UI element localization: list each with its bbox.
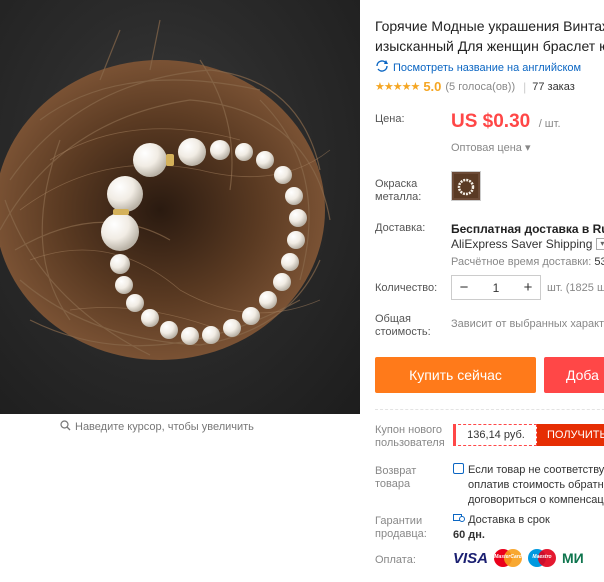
- color-label-line1: Окраска: [375, 178, 418, 190]
- guarantee-label-line2: продавца:: [375, 528, 427, 540]
- get-coupon-button[interactable]: ПОЛУЧИТЬ: [537, 424, 604, 446]
- total-label: Общая стоимость:: [375, 313, 431, 339]
- returns-label-line1: Возврат: [375, 465, 417, 477]
- total-label-line1: Общая: [375, 313, 411, 325]
- product-photo: [0, 19, 331, 360]
- visa-icon: VISA: [453, 549, 489, 567]
- shipping-method-text[interactable]: AliExpress Saver Shipping: [451, 237, 592, 251]
- price-amount: US $0.30: [451, 111, 531, 132]
- quantity-decrease-button[interactable]: −: [452, 279, 476, 296]
- rating-separator: |: [523, 79, 527, 94]
- returns-text-line2: оплатив стоимость обратн: [468, 479, 604, 491]
- payment-methods: VISA MasterCard Maestro МИ: [453, 549, 584, 567]
- returns-text-line1: Если товар не соответству: [468, 464, 604, 476]
- translate-link[interactable]: Посмотреть название на английском: [375, 60, 581, 75]
- product-title-line2: изысканный Для женщин браслет ю: [375, 38, 604, 54]
- guarantee-line2: 60 дн.: [453, 529, 485, 541]
- quantity-increase-button[interactable]: +: [516, 279, 540, 296]
- maestro-icon: Maestro: [528, 549, 557, 567]
- quantity-available: шт. (1825 ш: [547, 282, 604, 294]
- translate-icon: [375, 60, 389, 75]
- shipping-time: Расчётное время доставки: 53: [451, 256, 604, 268]
- color-label: Окраска металла:: [375, 178, 421, 204]
- quantity-stepper: − 1 +: [451, 275, 541, 300]
- price: US $0.30 / шт.: [451, 111, 561, 133]
- returns-text: Если товар не соответству оплатив стоимо…: [453, 463, 604, 508]
- rating-row: ★★★★★ 5.0 (5 голоса(ов)) | 77 заказ: [375, 79, 575, 94]
- buy-now-button[interactable]: Купить сейчас: [375, 357, 536, 393]
- guarantee-line1: Доставка в срок: [468, 514, 550, 526]
- product-title: Горячие Модные украшения Винтаж изысканн…: [375, 16, 604, 56]
- product-title-line1: Горячие Модные украшения Винтаж: [375, 18, 604, 34]
- price-label: Цена:: [375, 113, 405, 125]
- shipping-time-value: 53: [594, 256, 604, 268]
- chevron-down-icon[interactable]: ▾: [596, 238, 604, 250]
- guarantee-label: Гарантии продавца:: [375, 515, 427, 541]
- product-info-panel: Горячие Модные украшения Винтаж изысканн…: [375, 0, 604, 582]
- maestro-text: Maestro: [532, 554, 552, 560]
- coupon-label-line2: пользователя: [375, 437, 445, 449]
- wholesale-price-dropdown[interactable]: Оптовая цена ▾: [451, 141, 530, 154]
- quantity-input[interactable]: 1: [476, 281, 516, 295]
- orders-count: 77 заказ: [532, 80, 575, 93]
- divider: [375, 409, 604, 410]
- price-unit: / шт.: [538, 118, 561, 130]
- translate-link-text[interactable]: Посмотреть название на английском: [393, 62, 581, 74]
- mir-icon: МИ: [562, 550, 584, 566]
- total-value: Зависит от выбранных характ: [451, 318, 604, 330]
- zoom-hint: Наведите курсор, чтобы увеличить: [60, 420, 254, 434]
- payment-label: Оплата:: [375, 554, 416, 566]
- shipping-method[interactable]: AliExpress Saver Shipping ▾: [451, 237, 604, 251]
- guarantee-info: Доставка в срок 60 дн.: [453, 513, 550, 543]
- mastercard-icon: MasterCard: [494, 549, 523, 567]
- quantity-label: Количество:: [375, 282, 438, 294]
- mastercard-text: MasterCard: [494, 554, 522, 560]
- rating-stars-icon: ★★★★★: [375, 81, 420, 93]
- color-label-line2: металла:: [375, 191, 422, 203]
- total-label-line2: стоимость:: [375, 326, 431, 338]
- rating-score: 5.0: [423, 79, 442, 94]
- returns-icon: [453, 463, 464, 474]
- zoom-hint-text: Наведите курсор, чтобы увеличить: [75, 421, 254, 433]
- shipping-main: Бесплатная доставка в Russi: [451, 222, 604, 236]
- shipping-time-label: Расчётное время доставки:: [451, 256, 592, 268]
- returns-label: Возврат товара: [375, 465, 416, 491]
- guarantee-label-line1: Гарантии: [375, 515, 423, 527]
- shipping-label: Доставка:: [375, 222, 426, 234]
- add-to-cart-button[interactable]: Доба: [544, 357, 604, 393]
- product-image[interactable]: [0, 0, 360, 414]
- rating-votes-link[interactable]: (5 голоса(ов)): [445, 81, 515, 93]
- coupon-label-line1: Купон нового: [375, 424, 443, 436]
- delivery-clock-icon: [453, 514, 468, 526]
- coupon-label: Купон нового пользователя: [375, 424, 445, 450]
- magnifier-icon: [60, 420, 71, 434]
- bracelet-thumbnail-icon: [454, 174, 478, 198]
- returns-text-line3: договориться о компенсац: [468, 494, 604, 506]
- color-swatch[interactable]: [451, 171, 481, 201]
- returns-label-line2: товара: [375, 478, 411, 490]
- coupon-value: 136,14 руб.: [453, 424, 537, 446]
